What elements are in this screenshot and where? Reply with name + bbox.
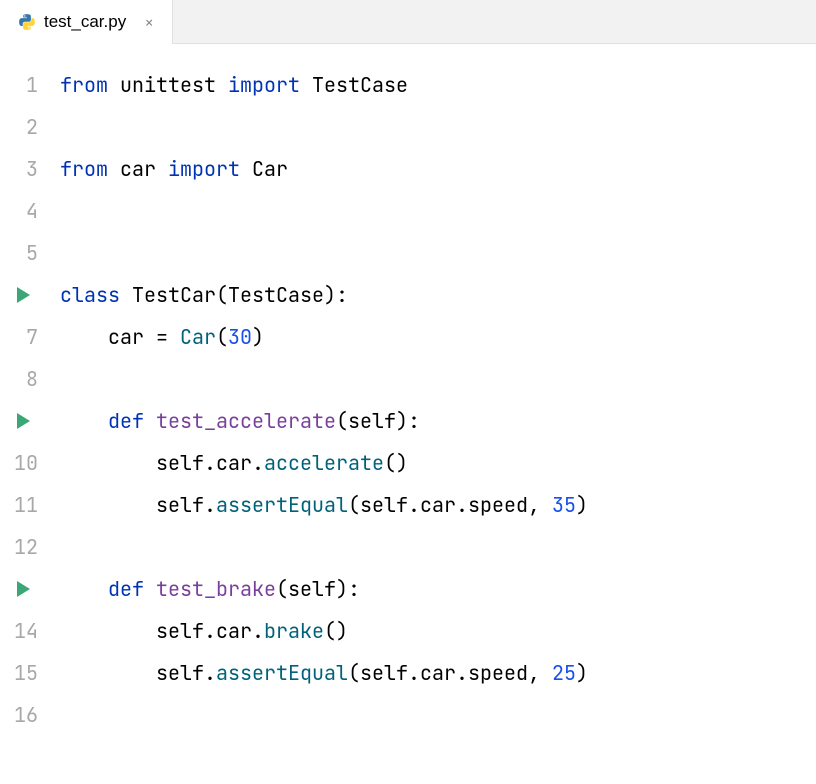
line-number: 3 (0, 148, 38, 190)
code-line[interactable] (60, 232, 816, 274)
code-line[interactable]: self.assertEqual(self.car.speed, 35) (60, 484, 816, 526)
code-line[interactable]: from unittest import TestCase (60, 64, 816, 106)
code-line[interactable]: car = Car(30) (60, 316, 816, 358)
line-number: 2 (0, 106, 38, 148)
gutter: 1 2 3 4 5 7 8 10 11 12 14 15 16 (0, 64, 50, 736)
code-line[interactable]: from car import Car (60, 148, 816, 190)
close-icon[interactable]: × (140, 13, 158, 31)
code-line[interactable]: class TestCar(TestCase): (60, 274, 816, 316)
line-number: 4 (0, 190, 38, 232)
python-file-icon (18, 13, 36, 31)
line-number: 15 (0, 652, 38, 694)
code-line[interactable]: def test_brake(self): (60, 568, 816, 610)
line-number: 11 (0, 484, 38, 526)
code-line[interactable]: self.car.brake() (60, 610, 816, 652)
code-content[interactable]: from unittest import TestCase from car i… (50, 64, 816, 736)
code-line[interactable]: def test_accelerate(self): (60, 400, 816, 442)
line-number: 1 (0, 64, 38, 106)
file-tab[interactable]: test_car.py × (0, 0, 173, 44)
run-test-icon[interactable] (17, 581, 30, 597)
line-number (0, 274, 38, 316)
line-number: 7 (0, 316, 38, 358)
line-number: 16 (0, 694, 38, 736)
code-line[interactable] (60, 358, 816, 400)
line-number: 12 (0, 526, 38, 568)
code-editor[interactable]: 1 2 3 4 5 7 8 10 11 12 14 15 16 from uni… (0, 44, 816, 736)
code-line[interactable] (60, 106, 816, 148)
code-line[interactable] (60, 190, 816, 232)
run-test-icon[interactable] (17, 413, 30, 429)
code-line[interactable] (60, 526, 816, 568)
line-number: 10 (0, 442, 38, 484)
code-line[interactable]: self.assertEqual(self.car.speed, 25) (60, 652, 816, 694)
line-number: 14 (0, 610, 38, 652)
line-number (0, 400, 38, 442)
code-line[interactable]: self.car.accelerate() (60, 442, 816, 484)
line-number (0, 568, 38, 610)
line-number: 5 (0, 232, 38, 274)
run-test-icon[interactable] (17, 287, 30, 303)
line-number: 8 (0, 358, 38, 400)
tab-bar: test_car.py × (0, 0, 816, 44)
tab-filename: test_car.py (44, 12, 126, 32)
code-line[interactable] (60, 694, 816, 736)
